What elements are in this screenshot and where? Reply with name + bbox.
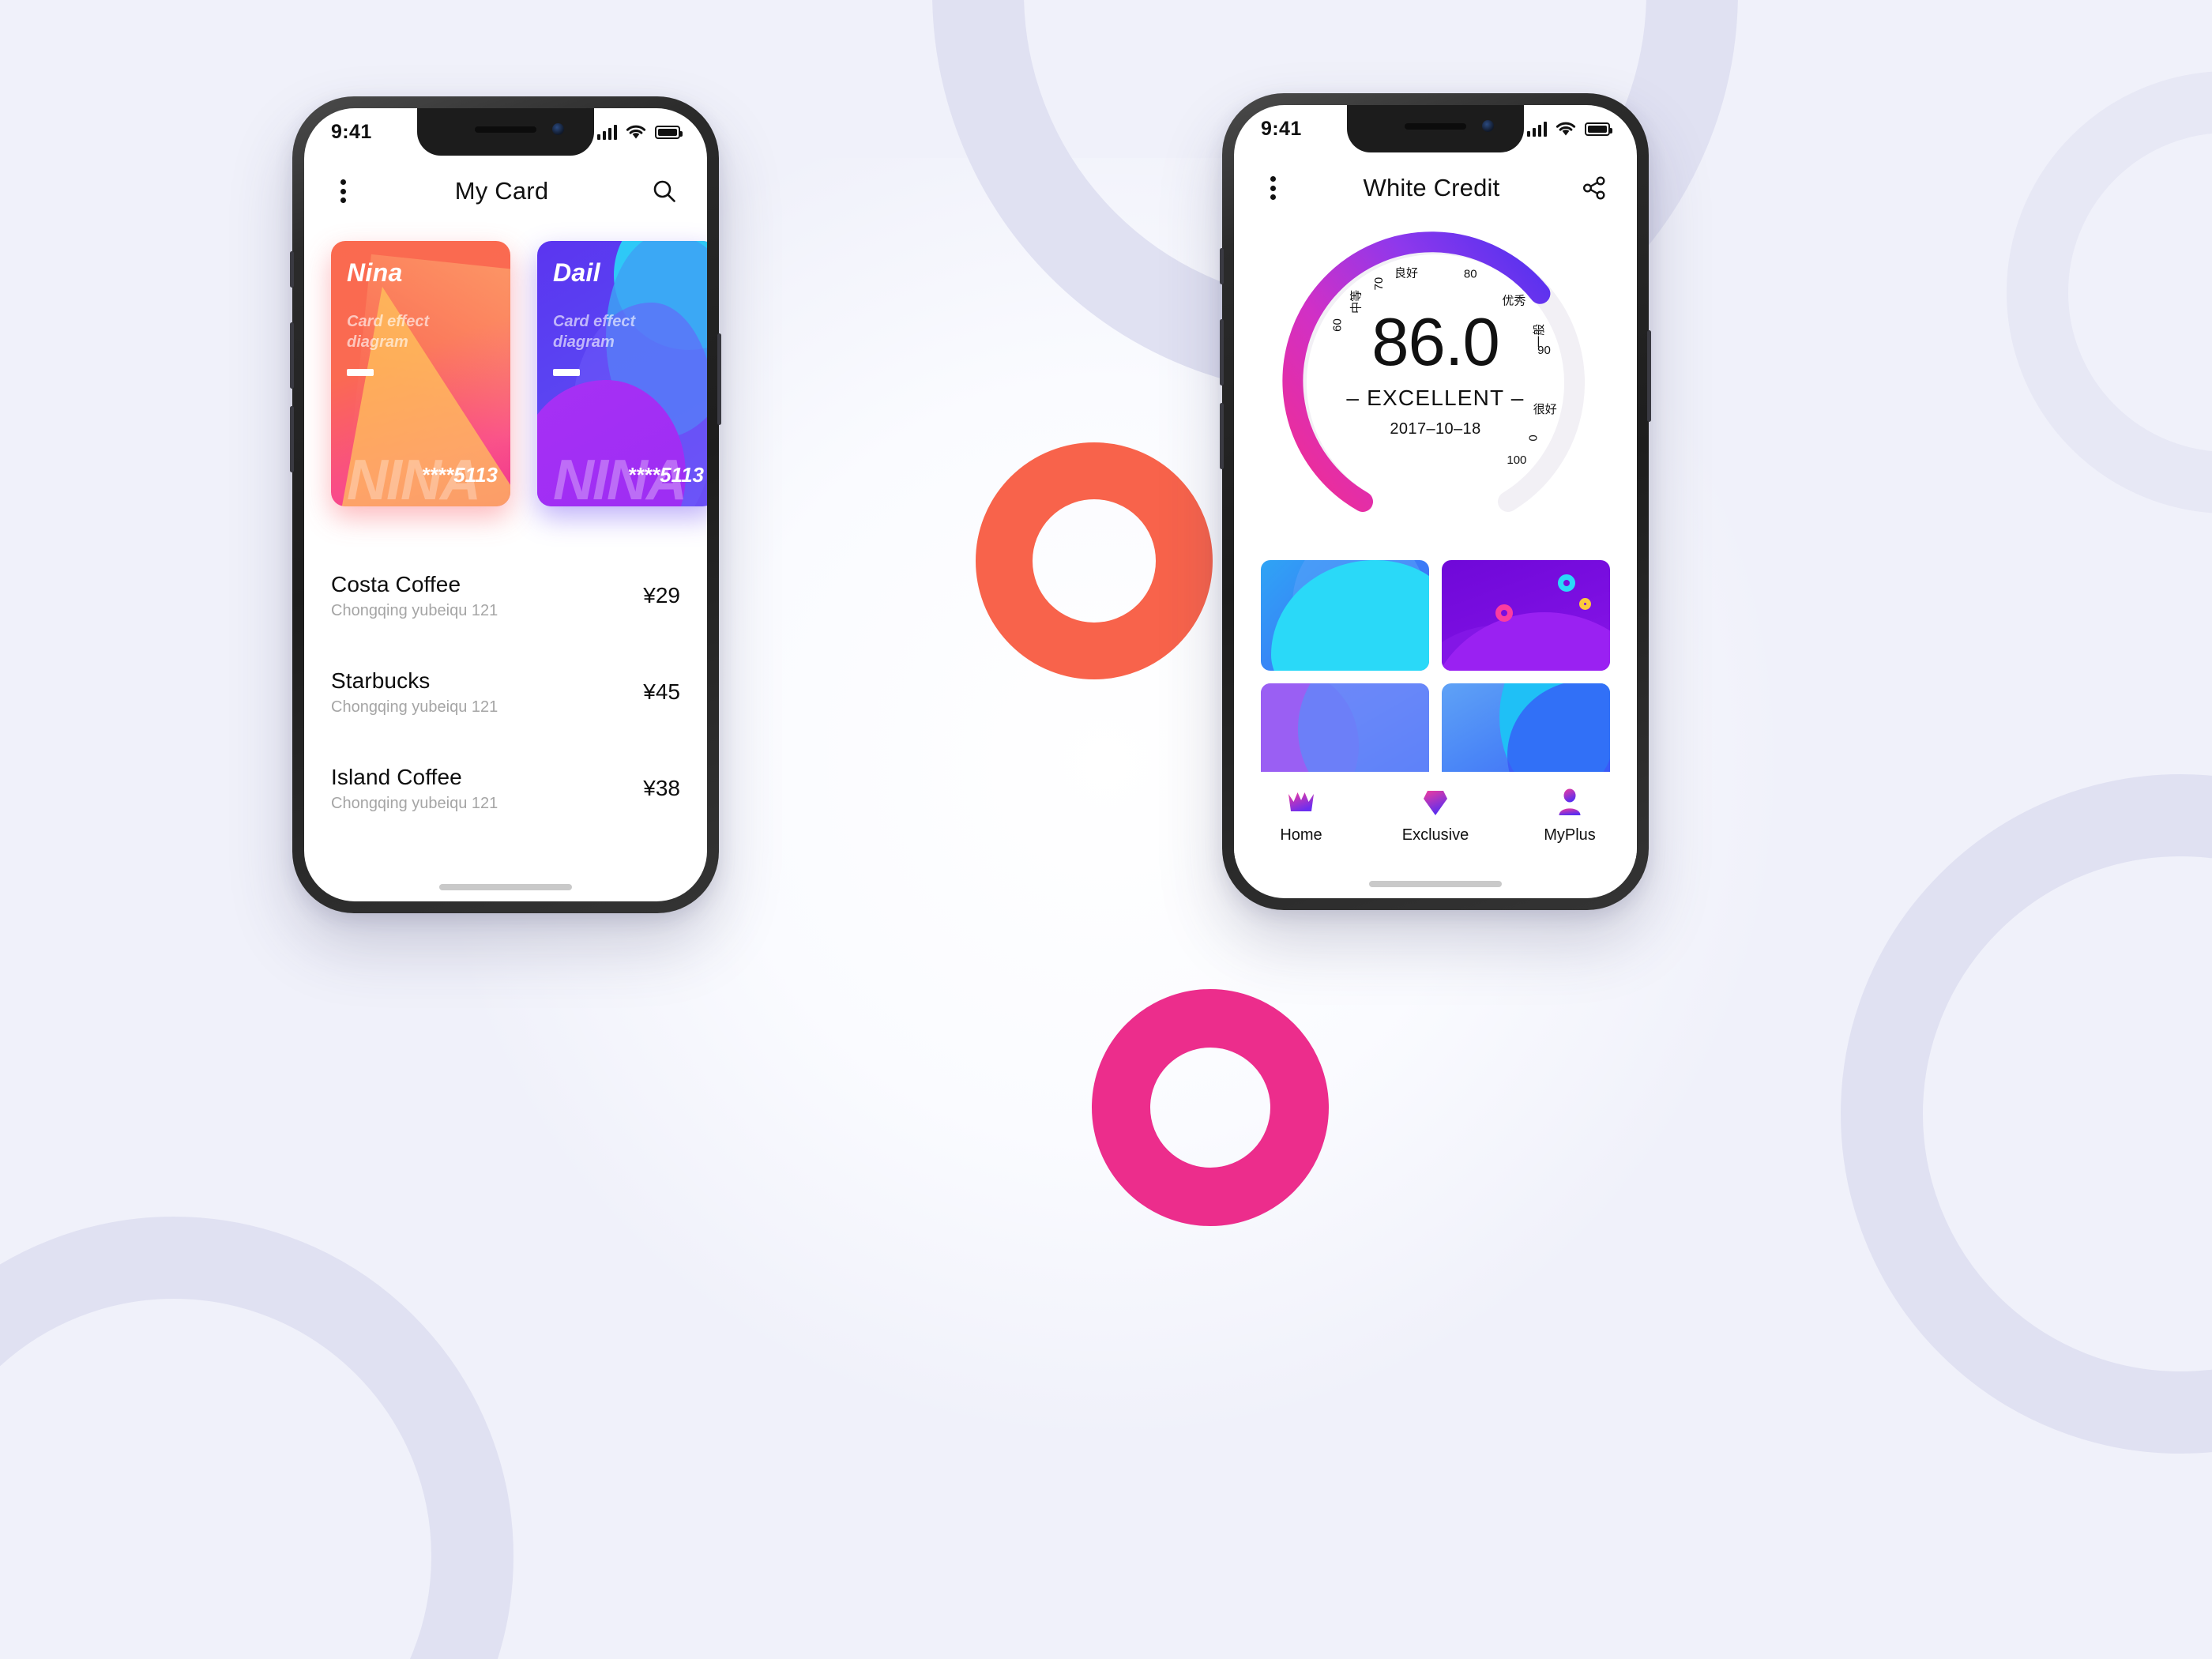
merchant-name: Island Coffee [331, 764, 462, 789]
phone-right-white-credit: 9:41 White Credit 0 一般 60 中等 70 良好 80 优秀… [1220, 93, 1651, 910]
tab-exclusive[interactable]: Exclusive [1368, 787, 1503, 845]
home-indicator[interactable] [1369, 881, 1502, 887]
cellular-bars-icon [1527, 121, 1547, 137]
phone-button-volume-down[interactable] [290, 406, 294, 472]
merchant-location: Chongqing yubeiqu 121 [331, 698, 498, 716]
gauge-dial: 0 一般 60 中等 70 良好 80 优秀 90 很好 100 86.0 – … [1277, 224, 1593, 540]
kebab-menu-icon[interactable] [1261, 175, 1285, 201]
decor-ring-lavender-top-right [2007, 71, 2212, 514]
tab-label: Exclusive [1401, 826, 1469, 844]
page-title: White Credit [1363, 174, 1500, 201]
credit-score-value: 86.0 [1371, 305, 1499, 380]
ring-dot-yellow-icon [1579, 598, 1591, 610]
decor-ring-orange [976, 442, 1213, 679]
phone-button-volume-up[interactable] [290, 322, 294, 389]
ring-dot-cyan-icon [1558, 574, 1575, 592]
app-header-left: My Card [304, 157, 707, 225]
page-title: My Card [454, 177, 549, 205]
diamond-icon [1420, 787, 1451, 818]
merchant-name: Costa Coffee [331, 571, 461, 596]
tab-myplus[interactable]: MyPlus [1503, 787, 1637, 845]
gauge-band-lianghao: 良好 [1394, 266, 1418, 280]
gauge-tick-100: 100 [1507, 453, 1527, 467]
battery-full-icon [1585, 122, 1612, 136]
decor-ring-lavender-right [1841, 774, 2212, 1454]
crown-icon [1285, 787, 1317, 818]
credit-card-item[interactable]: Nina Card effect diagram NINA ****5113 [331, 241, 510, 506]
phone-left-my-card: 9:41 My Card Nina Card effect diagram NI… [290, 96, 721, 913]
bottom-tab-bar: Home Exclusive MyPlus [1234, 772, 1637, 859]
card-dash [553, 368, 580, 376]
status-bar-left: 9:41 [304, 108, 707, 156]
merchant-name: Starbucks [331, 668, 431, 693]
card-subtitle: Card effect diagram [347, 313, 430, 352]
tab-label: Home [1280, 826, 1322, 844]
card-number: ****5113 [627, 463, 704, 487]
wifi-icon [626, 125, 646, 138]
tab-label: MyPlus [1544, 826, 1596, 844]
transaction-amount: ¥29 [643, 583, 680, 608]
promo-tile-2[interactable] [1442, 560, 1610, 671]
decor-ring-pink [1092, 989, 1329, 1226]
wifi-icon [1556, 122, 1576, 135]
gauge-tick-80: 80 [1463, 267, 1477, 281]
credit-score-rating: – EXCELLENT – [1346, 386, 1525, 410]
phone-right-screen: 9:41 White Credit 0 一般 60 中等 70 良好 80 优秀… [1234, 105, 1637, 898]
phone-button-silent[interactable] [290, 251, 294, 288]
transaction-amount: ¥38 [643, 776, 680, 800]
share-icon[interactable] [1578, 172, 1610, 204]
person-icon [1554, 787, 1586, 818]
credit-score-date: 2017–10–18 [1390, 420, 1481, 438]
phone-button-power[interactable] [1647, 330, 1651, 422]
search-icon[interactable] [649, 175, 680, 207]
phone-button-volume-down[interactable] [1220, 403, 1224, 469]
gauge-tick-70: 70 [1372, 276, 1386, 291]
card-dash [347, 368, 374, 376]
status-bar-right: 9:41 [1234, 105, 1637, 152]
promo-tile-1[interactable] [1261, 560, 1429, 671]
tab-home[interactable]: Home [1234, 787, 1368, 845]
battery-full-icon [655, 125, 683, 139]
promo-tile-grid [1261, 560, 1610, 794]
card-holder-name: Nina [347, 258, 403, 287]
merchant-location: Chongqing yubeiqu 121 [331, 601, 498, 619]
transaction-amount: ¥45 [643, 679, 680, 704]
ring-dot-pink-icon [1495, 604, 1513, 622]
card-holder-name: Dail [553, 258, 600, 287]
cellular-bars-icon [597, 124, 617, 140]
gauge-band-youxiu: 优秀 [1502, 294, 1526, 308]
status-time: 9:41 [1261, 117, 1302, 140]
table-row[interactable]: Island Coffee Chongqing yubeiqu 121 ¥38 [304, 740, 707, 837]
card-carousel[interactable]: Nina Card effect diagram NINA ****5113 D… [304, 241, 707, 533]
card-number: ****5113 [421, 463, 498, 487]
transaction-list: Costa Coffee Chongqing yubeiqu 121 ¥29 S… [304, 547, 707, 901]
table-row[interactable]: Costa Coffee Chongqing yubeiqu 121 ¥29 [304, 547, 707, 644]
table-row[interactable]: Starbucks Chongqing yubeiqu 121 ¥45 [304, 644, 707, 740]
phone-button-volume-up[interactable] [1220, 319, 1224, 386]
phone-button-power[interactable] [717, 333, 721, 425]
app-header-right: White Credit [1234, 154, 1637, 222]
phone-left-screen: 9:41 My Card Nina Card effect diagram NI… [304, 108, 707, 901]
credit-card-item[interactable]: Dail Card effect diagram NINA ****5113 [537, 241, 707, 506]
kebab-menu-icon[interactable] [331, 178, 355, 205]
home-indicator[interactable] [439, 884, 572, 890]
credit-score-gauge: 0 一般 60 中等 70 良好 80 优秀 90 很好 100 86.0 – … [1234, 224, 1637, 547]
status-time: 9:41 [331, 120, 372, 143]
gauge-readout: 86.0 – EXCELLENT – 2017–10–18 [1277, 309, 1593, 438]
phone-button-silent[interactable] [1220, 248, 1224, 284]
merchant-location: Chongqing yubeiqu 121 [331, 794, 498, 812]
card-subtitle: Card effect diagram [553, 313, 636, 352]
